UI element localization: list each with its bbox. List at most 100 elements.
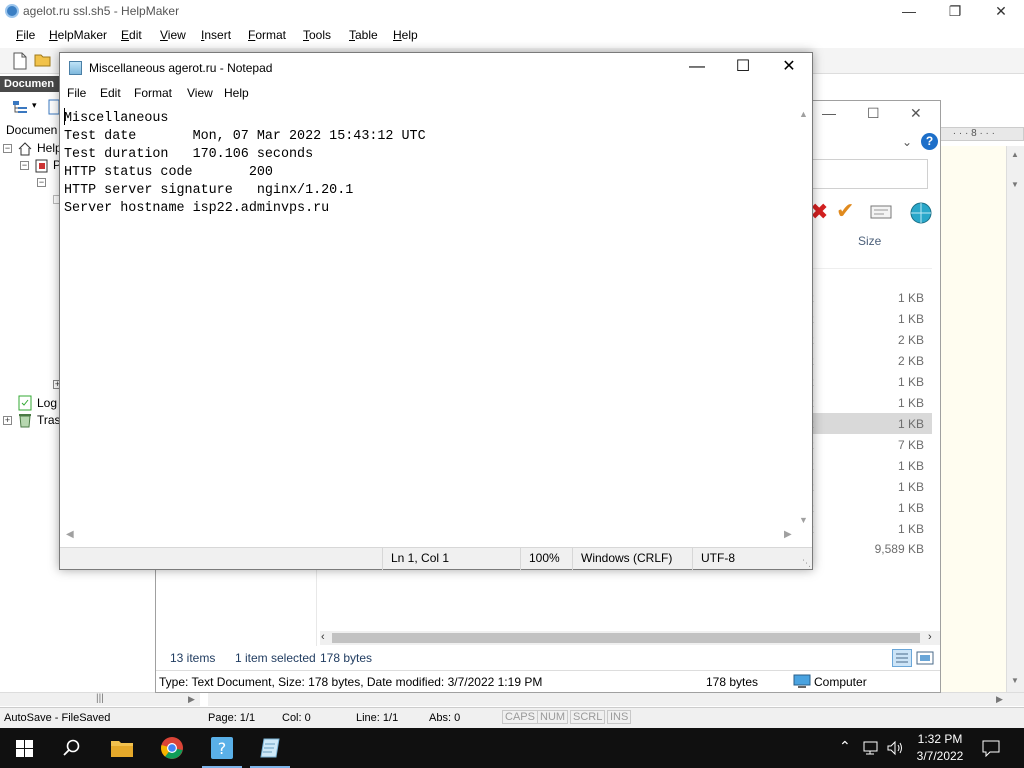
dropdown-arrow-icon[interactable]: ▾ [32,100,37,111]
menu-format[interactable]: Format [134,86,172,100]
scroll-down-icon[interactable]: ▼ [1011,676,1019,685]
list-item[interactable]: t1 KB [806,287,932,308]
file-explorer-taskbar-button[interactable] [98,728,146,768]
helpmaker-app-icon [5,4,19,18]
notepad-taskbar-button[interactable] [246,728,294,768]
column-size[interactable]: Size [858,234,881,248]
scroll-down-icon[interactable]: ▼ [799,515,808,525]
list-item[interactable]: t7 KB [806,434,932,455]
menu-file[interactable]: File [16,28,35,42]
menu-file[interactable]: File [67,86,86,100]
menu-view[interactable]: View [187,86,213,100]
details-view-icon[interactable] [892,649,912,667]
clock-time: 1:32 PM [917,732,963,746]
notepad-horizontal-scrollbar[interactable]: ◀ ▶ [60,527,796,543]
properties-icon[interactable] [870,205,892,219]
list-item[interactable]: t1 KB [806,392,932,413]
scroll-right-icon[interactable]: › [928,631,932,643]
menu-view[interactable]: View [160,28,186,42]
menu-tools[interactable]: Tools [303,28,331,42]
list-item[interactable]: t1 KB [806,455,932,476]
scroll-left-icon[interactable]: ‹ [321,631,325,643]
close-button[interactable]: ✕ [978,0,1024,24]
minimize-button[interactable]: — [674,53,720,83]
editor-pane[interactable] [940,146,1006,692]
scroll-right-icon[interactable]: ▶ [996,694,1003,705]
notifications-icon[interactable] [982,740,1000,757]
network-icon[interactable] [862,740,880,756]
menu-format[interactable]: Format [248,28,286,42]
clock[interactable]: 1:32 PM 3/7/2022 [912,731,968,765]
scroll-right-icon[interactable]: ▶ [188,694,195,705]
notepad-menubar: File Edit Format View Help [60,84,812,104]
scroll-up-icon[interactable]: ▲ [799,109,808,119]
tree-node-help[interactable]: Help [37,141,62,155]
minimize-button[interactable]: — [886,0,932,24]
tree-properties-icon[interactable] [12,99,28,115]
notepad-titlebar: Miscellaneous agerot.ru - Notepad — ☐ ✕ [60,53,812,83]
maximize-button[interactable]: ☐ [867,105,880,122]
tree-collapse-toggle[interactable]: − [20,161,29,170]
large-icons-view-icon[interactable] [916,650,934,666]
scroll-left-icon[interactable]: ◀ [66,529,74,540]
tree-collapse-toggle[interactable]: − [3,144,12,153]
list-item[interactable]: t2 KB [806,350,932,371]
menu-help[interactable]: Help [393,28,418,42]
volume-icon[interactable] [886,740,904,756]
menu-edit[interactable]: Edit [121,28,142,42]
file-size: 1 KB [897,312,924,326]
helpmaker-taskbar-button[interactable]: ? [198,728,246,768]
item-count: 13 items [170,651,216,665]
scroll-grip-icon[interactable]: ||| [96,693,104,704]
chevron-down-icon[interactable]: ⌄ [902,135,912,149]
scroll-right-icon[interactable]: ▶ [784,529,792,540]
checkmark-icon[interactable]: ✔ [836,198,854,224]
documents-panel-tab[interactable]: Documen [0,76,60,92]
menu-edit[interactable]: Edit [100,86,121,100]
close-button[interactable]: ✕ [910,105,922,122]
open-folder-icon[interactable] [34,52,52,68]
line-ending: Windows (CRLF) [572,548,696,570]
restore-button[interactable]: ❐ [932,0,978,24]
list-item-selected[interactable]: t1 KB [806,413,932,434]
menu-table[interactable]: Table [349,28,378,42]
tree-panel-label: Documen [6,123,58,137]
search-button[interactable] [48,728,96,768]
tree-node-log[interactable]: Log [37,396,57,410]
menu-helpmaker[interactable]: HelpMaker [49,28,107,42]
minimize-button[interactable]: — [822,105,836,121]
scrollbar-thumb[interactable] [332,633,920,643]
new-document-icon[interactable] [12,52,28,70]
list-item[interactable]: t1 KB [806,476,932,497]
start-button[interactable] [0,728,48,768]
ins-indicator: INS [607,710,632,724]
tree-expand-toggle[interactable]: + [3,416,12,425]
notepad-vertical-scrollbar[interactable]: ▲ ▼ [796,105,812,527]
scroll-down-icon[interactable]: ▼ [1011,180,1019,189]
menu-help[interactable]: Help [224,86,249,100]
notepad-text-area[interactable]: Miscellaneous Test date Mon, 07 Mar 2022… [60,105,796,527]
notepad-icon [260,738,280,758]
scroll-up-icon[interactable]: ▲ [1011,150,1019,159]
tree-collapse-toggle[interactable]: − [37,178,46,187]
list-item[interactable]: t1 KB [806,497,932,518]
menu-insert[interactable]: Insert [201,28,231,42]
search-field[interactable] [806,159,928,189]
tree-node-trash[interactable]: Tras [37,413,61,427]
list-item[interactable]: t1 KB [806,308,932,329]
list-item[interactable]: t1 KB [806,371,932,392]
help-icon[interactable]: ? [921,133,938,150]
globe-icon[interactable] [908,201,934,225]
file-list-horizontal-scrollbar[interactable]: ‹ › [320,631,940,645]
list-item[interactable]: t2 KB [806,329,932,350]
chevron-up-icon[interactable]: ⌃ [839,738,851,755]
close-button[interactable]: ✕ [766,53,812,83]
tree-horizontal-scrollbar[interactable]: ||| ▶ [0,692,200,706]
helpmaker-title: agelot.ru ssl.sh5 - HelpMaker [23,4,180,18]
maximize-button[interactable]: ☐ [720,53,766,83]
chrome-taskbar-button[interactable] [148,728,196,768]
editor-vertical-scrollbar[interactable]: ▲ ▼ ▼ [1006,146,1024,692]
resize-grip-icon[interactable]: ⋱ [802,558,811,569]
editor-horizontal-scrollbar[interactable]: ▶ [208,692,1024,706]
list-item[interactable]: t1 KB [806,518,932,539]
